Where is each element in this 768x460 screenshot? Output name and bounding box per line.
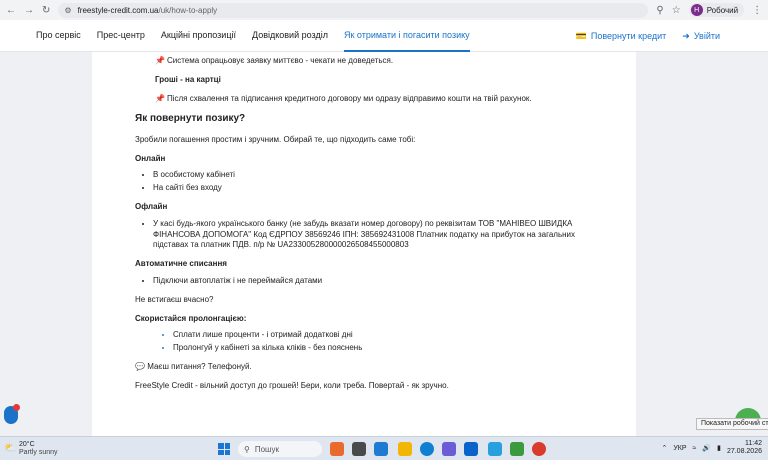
back-icon[interactable]: ← [6, 5, 16, 16]
card-icon: 💳 [575, 30, 587, 41]
forward-icon[interactable]: → [24, 5, 34, 16]
article: 📌 Система опрацьовує заявку миттєво - чек… [92, 52, 612, 392]
file-explorer-icon[interactable] [374, 442, 388, 456]
weather-condition: Partly sunny [19, 449, 58, 456]
money-card-heading: Гроші - на картці [155, 74, 221, 84]
nav-promos[interactable]: Акційні пропозиції [161, 20, 236, 52]
pin-icon: 📌 [155, 93, 165, 103]
header-actions: 💳 Повернути кредит ➜ Увійти [576, 20, 720, 52]
prolong-heading: Скористайся пролонгацією: [135, 313, 247, 323]
weather-widget[interactable]: ⛅ 20°C Partly sunny [4, 441, 58, 457]
task-view-icon[interactable] [352, 442, 366, 456]
prolong-list: Сплати лише проценти - і отримай додатко… [153, 330, 612, 354]
language-indicator[interactable]: УКР [673, 445, 686, 452]
list-item: Пролонгуй у кабінеті за кілька кліків - … [173, 343, 612, 354]
online-heading: Онлайн [135, 153, 166, 163]
repay-heading: Як повернути позику? [135, 113, 246, 125]
reload-icon[interactable]: ↻ [42, 5, 50, 16]
list-item: Сплати лише проценти - і отримай додатко… [173, 330, 612, 341]
list-item: У касі будь-якого українського банку (не… [153, 219, 612, 251]
online-list: В особистому кабінеті На сайті без входу [153, 170, 612, 194]
site-info-icon[interactable]: ⚙ [64, 6, 71, 15]
taskbar-app-icon[interactable] [330, 442, 344, 456]
text: Після схвалення та підписання кредитного… [166, 93, 532, 103]
offline-heading: Офлайн [135, 202, 168, 212]
browser-toolbar: ← → ↻ ⚙ freestyle-credit.com.ua/uk/how-t… [0, 0, 768, 20]
login-link[interactable]: ➜ Увійти [682, 31, 720, 42]
footer-slogan: FreeStyle Credit - вільний доступ до гро… [135, 380, 449, 390]
repay-loan-link[interactable]: 💳 Повернути кредит [576, 31, 667, 42]
search-icon: ⚲ [244, 444, 250, 454]
folder-icon[interactable] [398, 442, 412, 456]
pin-icon: 📌 [155, 56, 165, 65]
late-question: Не встигаєш вчасно? [135, 294, 214, 304]
taskbar-search[interactable]: ⚲ Пошук [238, 441, 322, 457]
url-path: /uk/how-to-apply [158, 5, 218, 15]
temperature: 20°C [19, 441, 35, 448]
chrome-icon[interactable] [532, 442, 546, 456]
text: Маєш питання? Телефонуй. [147, 362, 252, 372]
zoom-icon[interactable]: ⚲ [656, 5, 663, 16]
list-item: В особистому кабінеті [153, 170, 612, 181]
notification-dot [13, 404, 20, 411]
url-text: freestyle-credit.com.ua/uk/how-to-apply [78, 6, 218, 15]
address-bar[interactable]: ⚙ freestyle-credit.com.ua/uk/how-to-appl… [58, 2, 649, 18]
bookmark-star-icon[interactable]: ☆ [672, 5, 681, 16]
taskbar: ⛅ 20°C Partly sunny ⚲ Пошук ⌃ УКР ≈ 🔊 ▮ … [0, 436, 768, 460]
edge-icon[interactable] [420, 442, 434, 456]
paragraph: 📌 Система опрацьовує заявку миттєво - чек… [135, 56, 612, 67]
chat-bubble-icon: 💬 [135, 362, 145, 372]
notification-badge-button[interactable] [4, 404, 20, 424]
auto-heading: Автоматичне списання [135, 259, 227, 269]
wifi-icon[interactable]: ≈ [693, 445, 697, 452]
time: 11:42 [745, 440, 762, 447]
login-icon: ➜ [682, 30, 690, 41]
repay-intro: Зробили погашення простим і зручним. Оби… [135, 134, 416, 144]
nav-about[interactable]: Про сервіс [36, 20, 81, 52]
paragraph: 📌 Після схвалення та підписання кредитног… [135, 94, 612, 105]
auto-list: Підключи автоплатіж і не переймайся дата… [153, 276, 612, 287]
telegram-icon[interactable] [488, 442, 502, 456]
teams-icon[interactable] [442, 442, 456, 456]
nav-reference[interactable]: Довідковий розділ [252, 20, 328, 52]
search-placeholder: Пошук [254, 444, 279, 454]
list-item: На сайті без входу [153, 183, 612, 194]
login-label: Увійти [693, 31, 720, 41]
list-item: Підключи автоплатіж і не переймайся дата… [153, 276, 612, 287]
browser-menu-icon[interactable]: ⋮ [752, 5, 762, 16]
system-tray: ⌃ УКР ≈ 🔊 ▮ 11:42 27.08.2026 [661, 440, 762, 456]
battery-icon[interactable]: ▮ [717, 444, 721, 452]
show-desktop-tooltip: Показати робочий стіл [696, 418, 768, 430]
date: 27.08.2026 [726, 448, 762, 455]
app-icon[interactable] [510, 442, 524, 456]
offline-list: У касі будь-якого українського банку (не… [153, 219, 612, 251]
volume-icon[interactable]: 🔊 [702, 444, 711, 452]
questions-line: 💬 Маєш питання? Телефонуй. [135, 362, 612, 373]
site-header: Про сервіс Прес-центр Акційні пропозиції… [0, 20, 768, 52]
nav-how-to-apply[interactable]: Як отримати і погасити позику [343, 20, 470, 52]
profile-name: Робочий [706, 5, 739, 15]
chevron-up-icon[interactable]: ⌃ [661, 444, 667, 452]
url-domain: freestyle-credit.com.ua [77, 5, 159, 15]
nav-press[interactable]: Прес-центр [97, 20, 145, 52]
outlook-icon[interactable] [464, 442, 478, 456]
repay-loan-label: Повернути кредит [590, 31, 667, 41]
sun-cloud-icon: ⛅ [4, 443, 17, 454]
profile-button[interactable]: Н Робочий [688, 3, 745, 17]
content-card: 📌 Система опрацьовує заявку миттєво - чек… [92, 52, 636, 436]
text: Система опрацьовує заявку миттєво - чека… [166, 56, 394, 65]
avatar: Н [690, 4, 703, 16]
clock[interactable]: 11:42 27.08.2026 [727, 440, 762, 456]
start-button[interactable] [218, 443, 230, 455]
